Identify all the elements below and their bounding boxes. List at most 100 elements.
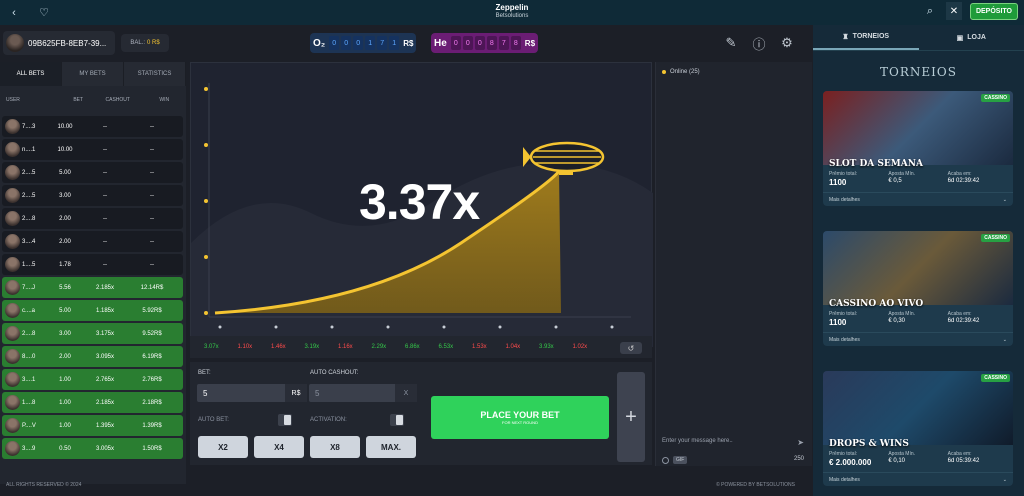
tournament-title: DROPS & WINS (829, 439, 909, 449)
bet-user-name: 1....8 (22, 399, 36, 406)
help-icon[interactable]: ⓘ (751, 35, 767, 52)
activation-toggle[interactable] (390, 414, 404, 426)
auto-cashout-input[interactable]: 5 X (309, 384, 417, 402)
online-indicator: Online (25) (662, 69, 700, 75)
digit: 0 (329, 36, 340, 50)
bet-user: 2....8 (2, 326, 50, 341)
digit: 0 (341, 36, 352, 50)
max-button[interactable]: MAX. (366, 436, 416, 458)
tab-statistics[interactable]: STATISTICS (124, 62, 186, 86)
helium-label: He (434, 37, 447, 49)
clear-auto-cashout-button[interactable]: X (395, 384, 417, 402)
bet-user: P....V (2, 418, 50, 433)
bet-cashout: 2.765x (95, 376, 114, 383)
cassino-badge: CASSINO (981, 94, 1010, 102)
avatar (5, 303, 20, 318)
multiplier-history: 3.07x 1.10x 1.46x 3.19x 1.16x 2.29x 6.86x 6.53x… (190, 336, 652, 358)
prize-value: 1100 (829, 178, 847, 187)
history-multiplier: 6.53x (438, 344, 454, 350)
currency: R$ (403, 38, 414, 48)
more-details-link[interactable]: Mais detalhes ⌄ (823, 192, 1013, 206)
currency: R$ (524, 38, 536, 48)
x4-button[interactable]: X4 (254, 436, 304, 458)
place-bet-button[interactable]: PLACE YOUR BET FOR NEXT ROUND (431, 396, 609, 439)
bet-win: 2.18R$ (142, 399, 162, 406)
bet-user: 3....1 (2, 372, 50, 387)
bet-amount-value: 5 (203, 388, 208, 398)
game-area: 09B625FB-8EB7-39... BAL.: 0 R$ O₂ 0 0 0 … (0, 25, 813, 496)
search-icon[interactable]: ⌕ (922, 3, 938, 19)
digit: 0 (450, 36, 461, 50)
add-bet-plus-icon[interactable]: + (617, 372, 645, 462)
bet-win: -- (150, 123, 154, 130)
deposit-button[interactable]: DEPÓSITO (969, 2, 1018, 20)
table-row: 3....1 1.00 2.765x 2.76R$ (2, 369, 183, 390)
avatar (5, 142, 20, 157)
close-icon[interactable]: ✕ (945, 2, 962, 20)
digit: 0 (462, 36, 473, 50)
avatar (5, 418, 20, 433)
tournament-card[interactable]: CASSINO SLOT DA SEMANA Prêmio total: Aposta… (823, 91, 1013, 206)
col-bet: BET (73, 97, 84, 103)
bet-amount: 1.00 (59, 399, 71, 406)
bets-panel: ALL BETS MY BETS STATISTICS USER BET CAS… (0, 62, 186, 484)
emoji-icon[interactable] (662, 456, 669, 464)
table-row: 1....8 1.00 2.185x 2.18R$ (2, 392, 183, 413)
prize-label: Prêmio total: (829, 451, 858, 457)
x2-button[interactable]: X2 (198, 436, 248, 458)
tournament-card[interactable]: CASSINO DROPS & WINS Prêmio total: Aposta M… (823, 371, 1013, 486)
fair-play-icon[interactable]: ✎ (723, 35, 739, 51)
gif-button[interactable]: GIF (673, 456, 688, 464)
tab-my-bets[interactable]: MY BETS (62, 62, 124, 86)
more-details-link[interactable]: Mais detalhes ⌄ (823, 332, 1013, 346)
tab-torneios[interactable]: ♜ TORNEIOS (813, 25, 919, 50)
bet-cashout: 1.395x (95, 422, 114, 429)
bet-amount-input[interactable]: 5 R$ (197, 384, 307, 402)
bet-win: -- (150, 192, 154, 199)
table-row: 2....5 3.00 -- -- (2, 185, 183, 206)
game-header: 09B625FB-8EB7-39... BAL.: 0 R$ O₂ 0 0 0 … (0, 25, 813, 61)
settings-gear-icon[interactable]: ⚙ (779, 35, 795, 51)
history-icon[interactable]: ↺ (620, 342, 642, 354)
bet-win: -- (150, 215, 154, 222)
bet-user: 3....9 (2, 441, 50, 456)
bet-label: BET: (198, 370, 211, 376)
tournaments-sidebar: ♜ TORNEIOS ▣ LOJA TORNEIOS CASSINO SLOT DA … (813, 25, 1024, 496)
tournament-values: 1100 € 0,5 6d 02:39:42 (823, 177, 1013, 188)
tab-loja[interactable]: ▣ LOJA (919, 25, 1024, 50)
tab-torneios-label: TORNEIOS (852, 33, 890, 40)
ends-value: 6d 05:39:42 (947, 458, 980, 464)
auto-bet-toggle[interactable] (278, 414, 292, 426)
chat-panel: Online (25) Enter your message here.. ➤ … (655, 62, 812, 466)
tab-all-bets[interactable]: ALL BETS (0, 62, 62, 86)
send-icon[interactable]: ➤ (797, 438, 804, 447)
more-details-link[interactable]: Mais detalhes ⌄ (823, 472, 1013, 486)
bet-currency: R$ (285, 384, 307, 402)
bet-win: 5.92R$ (142, 307, 162, 314)
bet-cashout: -- (103, 169, 107, 176)
tournament-card[interactable]: CASSINO CASSINO AO VIVO Prêmio total: Apost… (823, 231, 1013, 346)
chevron-down-icon: ⌄ (1002, 337, 1007, 343)
chevron-down-icon: ⌄ (1002, 477, 1007, 483)
balance-value: 0 R$ (147, 40, 160, 46)
min-bet-value: € 0,30 (888, 318, 906, 324)
x8-button[interactable]: X8 (310, 436, 360, 458)
chat-message-input[interactable]: Enter your message here.. (662, 438, 733, 444)
auto-cashout-value: 5 (315, 388, 320, 398)
col-user: USER (6, 97, 20, 103)
bet-amount: 5.00 (59, 307, 71, 314)
table-row: 3....4 2.00 -- -- (2, 231, 183, 252)
auto-cashout-label: AUTO CASHOUT: (310, 370, 359, 376)
min-bet-label: Aposta Mín. (888, 171, 916, 177)
bet-user: 2....5 (2, 165, 50, 180)
table-row: 3....9 0.50 3.005x 1.50R$ (2, 438, 183, 459)
bet-cashout: -- (103, 123, 107, 130)
table-row: P....V 1.00 1.395x 1.39R$ (2, 415, 183, 436)
history-multiplier: 1.16x (338, 344, 353, 350)
min-bet-label: Aposta Mín. (888, 451, 916, 457)
bet-cashout: 3.175x (95, 330, 114, 337)
bet-user-name: 3....9 (22, 445, 36, 452)
bet-win: -- (150, 261, 154, 268)
prize-value: 1100 (829, 318, 847, 327)
bet-cashout: 2.185x (95, 399, 114, 406)
